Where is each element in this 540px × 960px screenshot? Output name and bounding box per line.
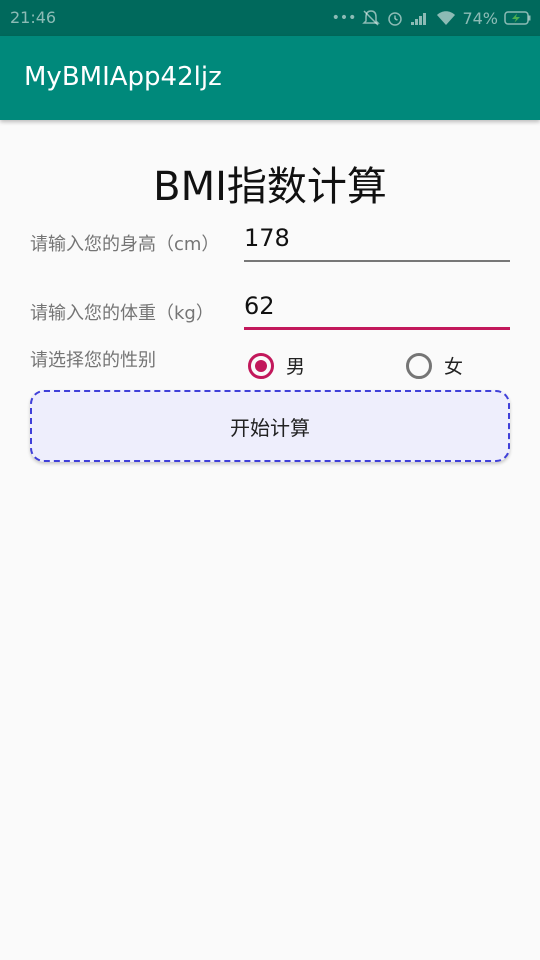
radio-male-label: 男: [286, 356, 306, 378]
weight-label: 请输入您的体重（kg）: [30, 303, 214, 324]
status-bar: 21:46 ••• 74%: [0, 0, 540, 36]
mute-icon: [362, 10, 381, 26]
status-icons: ••• 74%: [332, 6, 532, 30]
weight-input-underline: [244, 327, 510, 330]
weight-input[interactable]: 62: [244, 290, 510, 330]
app-title: MyBMIApp42ljz: [24, 62, 222, 92]
more-dots-icon: •••: [331, 10, 357, 26]
calculate-button[interactable]: 开始计算: [30, 390, 510, 462]
height-input-value: 178: [244, 224, 290, 252]
gender-label: 请选择您的性别: [30, 350, 156, 371]
app-bar: MyBMIApp42ljz: [0, 36, 540, 120]
status-time: 21:46: [10, 8, 57, 27]
battery-percent: 74%: [462, 8, 498, 28]
radio-checked-icon: [248, 352, 274, 379]
height-label: 请输入您的身高（cm）: [30, 234, 220, 255]
page-title: BMI指数计算: [153, 164, 387, 210]
battery-charging-icon: [504, 11, 531, 25]
calculate-button-label: 开始计算: [230, 415, 310, 440]
radio-male[interactable]: 男: [248, 352, 305, 379]
height-input-underline: [244, 260, 510, 262]
wifi-icon: [437, 11, 456, 25]
alarm-icon: [388, 12, 403, 26]
radio-unchecked-icon: [406, 352, 432, 379]
radio-female-label: 女: [444, 356, 464, 378]
weight-input-value: 62: [244, 292, 275, 320]
height-input[interactable]: 178: [244, 222, 510, 262]
radio-female[interactable]: 女: [406, 352, 463, 379]
signal-icon: [411, 13, 427, 25]
